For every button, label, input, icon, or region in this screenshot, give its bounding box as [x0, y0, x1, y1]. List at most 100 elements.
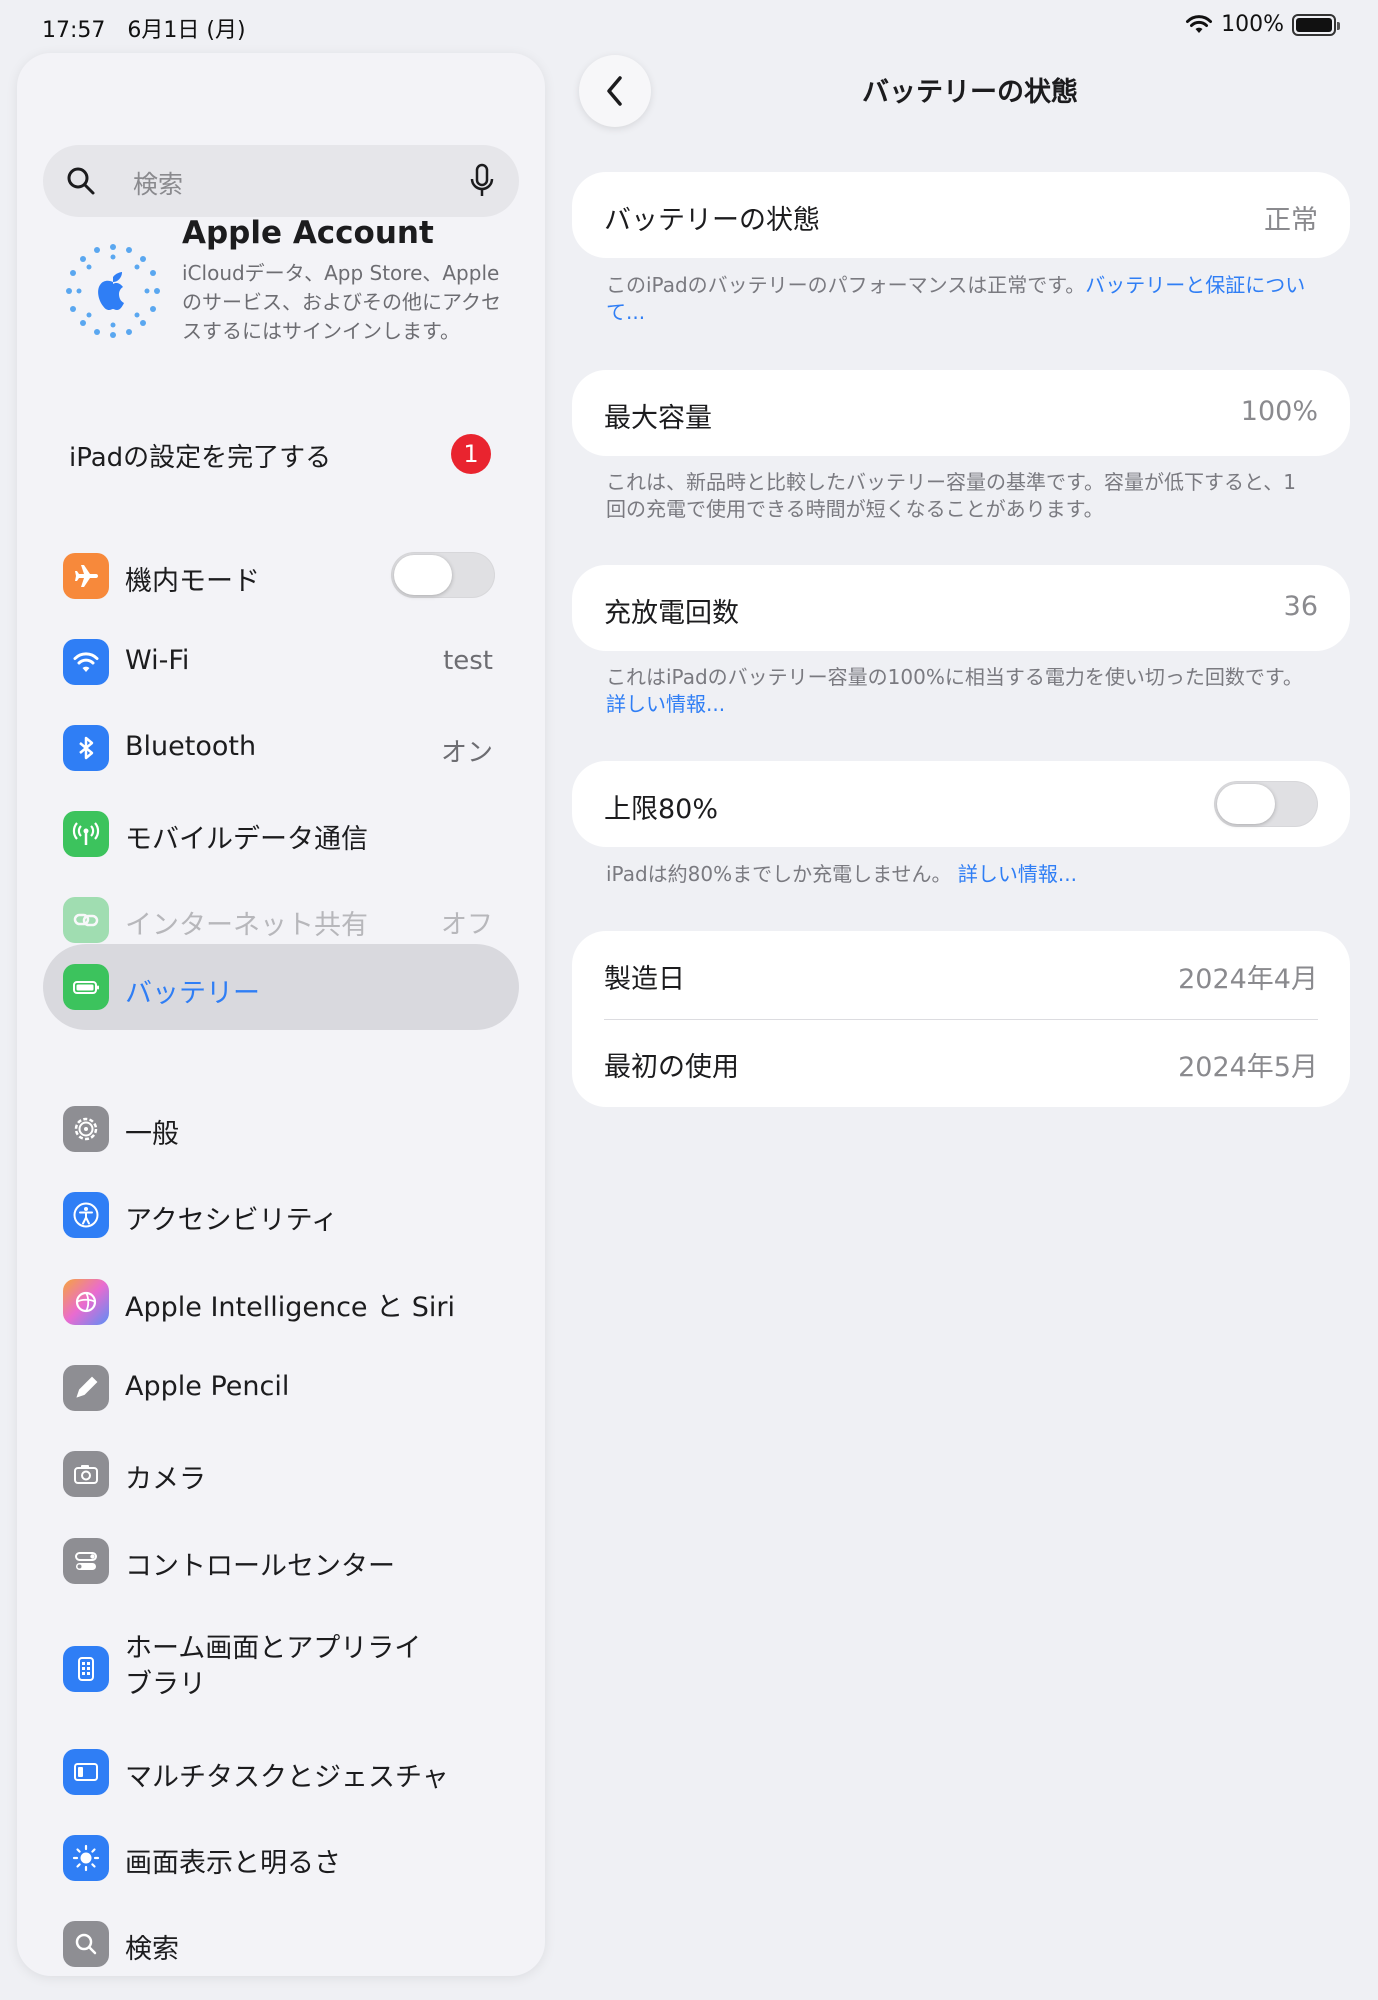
sidebar-item-label: 一般: [125, 1119, 179, 1150]
sidebar-item-label: 画面表示と明るさ: [125, 1848, 341, 1879]
manufacture-date-label: 製造日: [604, 964, 685, 995]
charge-limit-label: 上限80%: [604, 794, 719, 825]
battery-health-row: バッテリーの状態 正常: [572, 172, 1350, 258]
sidebar-item-label: 機内モード: [125, 566, 260, 597]
battery-dates-card: 製造日 2024年4月 最初の使用 2024年5月: [572, 931, 1350, 1107]
sidebar-item-label: バッテリー: [125, 978, 260, 1009]
sidebar-item-label: マルチタスクとジェスチャ: [125, 1762, 449, 1793]
battery-health-label: バッテリーの状態: [604, 205, 820, 236]
sidebar-item-search[interactable]: 検索: [17, 1903, 545, 1976]
cycle-learn-more-link[interactable]: 詳しい情報...: [606, 692, 725, 716]
search-placeholder: 検索: [133, 170, 184, 199]
sidebar-item-apple-intelligence-siri[interactable]: Apple Intelligence と Siri: [17, 1261, 545, 1341]
sidebar-item-wifi[interactable]: Wi-Fi test: [17, 621, 545, 701]
battery-percent: 100%: [1221, 12, 1284, 37]
charge-limit-note-text: iPadは約80%までしか充電しません。: [606, 862, 952, 886]
sidebar-item-battery[interactable]: バッテリー: [17, 944, 545, 1030]
finish-setup-row[interactable]: iPadの設定を完了する 1: [17, 421, 545, 487]
settings-sidebar: 検索 Apple Account iCloudデータ、App Store、App…: [17, 53, 545, 1976]
cycle-count-row: 充放電回数 36: [572, 565, 1350, 651]
selection-highlight: [43, 944, 519, 1030]
apple-account-logo-icon: [66, 244, 160, 338]
search-field[interactable]: 検索: [43, 145, 519, 217]
home-screen-icon: [63, 1646, 109, 1692]
sidebar-item-accessibility[interactable]: アクセシビリティ: [17, 1174, 545, 1254]
sidebar-item-display-brightness[interactable]: 画面表示と明るさ: [17, 1817, 545, 1897]
finish-setup-label: iPadの設定を完了する: [69, 443, 332, 473]
status-time-date: 17:57 6月1日 (月): [42, 18, 246, 43]
magnifier-icon: [63, 1921, 109, 1967]
account-title: Apple Account: [182, 215, 434, 251]
sidebar-item-label: カメラ: [125, 1464, 206, 1495]
sidebar-item-mobile-data[interactable]: モバイルデータ通信: [17, 793, 545, 873]
row-divider: [604, 1019, 1318, 1020]
airplane-mode-toggle[interactable]: [391, 552, 495, 598]
sidebar-item-home-screen[interactable]: ホーム画面とアプリライブラリ: [17, 1623, 545, 1715]
cycle-count-note: これはiPadのバッテリー容量の100%に相当する電力を使い切った回数です。 詳…: [606, 664, 1306, 718]
accessibility-icon: [63, 1192, 109, 1238]
chevron-left-icon: [607, 76, 622, 106]
notification-badge: 1: [451, 434, 491, 474]
sidebar-item-label: Apple Pencil: [125, 1371, 290, 1402]
multitasking-icon: [63, 1749, 109, 1795]
battery-status-icon: [1292, 13, 1340, 36]
cellular-antenna-icon: [63, 811, 109, 857]
apple-account-row[interactable]: Apple Account iCloudデータ、App Store、Appleの…: [17, 213, 545, 383]
sidebar-item-camera[interactable]: カメラ: [17, 1433, 545, 1513]
max-capacity-label: 最大容量: [604, 403, 712, 434]
battery-icon: [63, 964, 109, 1010]
wifi-status-icon: [1186, 14, 1213, 33]
sidebar-item-label: アクセシビリティ: [125, 1205, 339, 1236]
sidebar-item-label: インターネット共有: [125, 910, 368, 941]
cycle-count-value: 36: [1283, 591, 1318, 622]
battery-health-note-text: このiPadのバッテリーのパフォーマンスは正常です。: [606, 273, 1086, 297]
sidebar-item-value: test: [443, 646, 493, 676]
sidebar-item-general[interactable]: 一般: [17, 1088, 545, 1168]
charge-limit-row: 上限80%: [572, 761, 1350, 847]
battery-health-value: 正常: [1264, 205, 1318, 236]
cycle-count-note-text: これはiPadのバッテリー容量の100%に相当する電力を使い切った回数です。: [606, 665, 1303, 689]
sidebar-item-control-center[interactable]: コントロールセンター: [17, 1520, 545, 1600]
status-right: 100%: [1185, 12, 1340, 37]
microphone-icon[interactable]: [469, 163, 495, 199]
status-bar: 17:57 6月1日 (月) 100%: [0, 0, 1378, 52]
sidebar-item-label: コントロールセンター: [125, 1551, 395, 1582]
back-button[interactable]: [579, 55, 651, 127]
toggles-icon: [63, 1538, 109, 1584]
gear-icon: [63, 1106, 109, 1152]
first-use-value: 2024年5月: [1178, 1052, 1318, 1083]
sidebar-item-multitasking[interactable]: マルチタスクとジェスチャ: [17, 1731, 545, 1811]
search-icon: [67, 167, 95, 195]
max-capacity-value: 100%: [1240, 396, 1318, 427]
charge-limit-toggle[interactable]: [1214, 781, 1318, 827]
sidebar-item-label: ホーム画面とアプリライブラリ: [125, 1633, 422, 1700]
sidebar-item-label: Apple Intelligence と Siri: [125, 1292, 455, 1323]
camera-icon: [63, 1451, 109, 1497]
battery-health-note: このiPadのバッテリーのパフォーマンスは正常です。バッテリーと保証について..…: [606, 272, 1306, 326]
sidebar-item-value: オン: [440, 738, 493, 768]
sidebar-item-label: 検索: [125, 1934, 179, 1965]
apple-intelligence-icon: [63, 1279, 109, 1325]
sun-icon: [63, 1835, 109, 1881]
sidebar-item-label: モバイルデータ通信: [125, 824, 368, 855]
sidebar-item-label: Bluetooth: [125, 731, 257, 762]
wifi-icon: [63, 639, 109, 685]
page-title: バッテリーの状態: [862, 77, 1078, 108]
manufacture-date-value: 2024年4月: [1178, 964, 1318, 995]
account-description: iCloudデータ、App Store、Appleのサービス、およびその他にアク…: [182, 261, 501, 343]
pencil-icon: [63, 1365, 109, 1411]
link-chain-icon: [63, 897, 109, 943]
airplane-icon: [63, 553, 109, 599]
sidebar-item-label: Wi-Fi: [125, 645, 190, 676]
cycle-count-label: 充放電回数: [604, 598, 739, 629]
first-use-label: 最初の使用: [604, 1052, 739, 1083]
max-capacity-note: これは、新品時と比較したバッテリー容量の基準です。容量が低下すると、1回の充電で…: [606, 470, 1296, 521]
bluetooth-icon: [63, 725, 109, 771]
charge-limit-note: iPadは約80%までしか充電しません。 詳しい情報...: [606, 861, 1306, 888]
sidebar-item-airplane-mode[interactable]: 機内モード: [17, 535, 545, 615]
sidebar-item-bluetooth[interactable]: Bluetooth オン: [17, 707, 545, 787]
sidebar-item-value: オフ: [440, 910, 493, 940]
max-capacity-row: 最大容量 100%: [572, 370, 1350, 456]
limit-learn-more-link[interactable]: 詳しい情報...: [958, 862, 1077, 886]
sidebar-item-apple-pencil[interactable]: Apple Pencil: [17, 1347, 545, 1427]
